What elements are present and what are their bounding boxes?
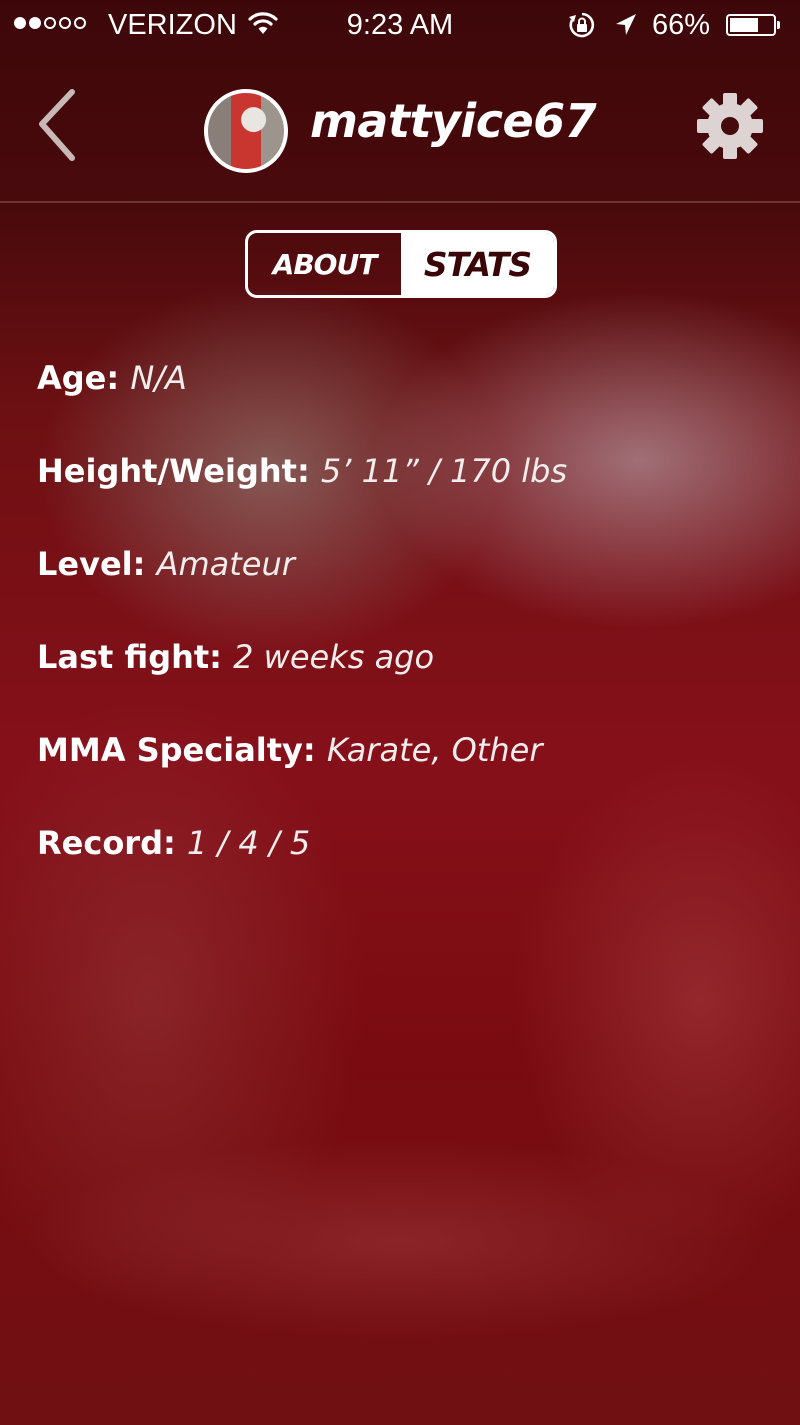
settings-button[interactable]	[694, 90, 766, 162]
username: mattyice67	[310, 94, 597, 148]
nav-divider	[0, 201, 800, 203]
stat-row-level: Level: Amateur	[37, 545, 295, 583]
battery-percent: 66%	[652, 9, 711, 41]
stat-label: Level	[37, 545, 133, 583]
stat-row-last-fight: Last fight: 2 weeks ago	[37, 638, 435, 676]
stat-row-height-weight: Height/Weight: 5’ 11” / 170 lbs	[37, 452, 568, 490]
status-bar: VERIZON 9:23 AM 66%	[0, 0, 800, 50]
stat-value: Karate, Other	[326, 731, 543, 769]
profile-tabs: ABOUT STATS	[245, 230, 557, 298]
stat-value: 2 weeks ago	[233, 638, 435, 676]
battery-icon	[726, 14, 776, 36]
stat-value: Amateur	[156, 545, 295, 583]
battery-tip	[777, 21, 780, 29]
stat-row-record: Record: 1 / 4 / 5	[37, 824, 311, 862]
rotation-lock-icon	[569, 12, 595, 38]
stat-row-age: Age: N/A	[37, 359, 187, 397]
stat-value: N/A	[130, 359, 187, 397]
tab-stats[interactable]: STATS	[401, 233, 554, 295]
stats-list: Age: N/A Height/Weight: 5’ 11” / 170 lbs…	[37, 352, 777, 910]
stat-value: 5’ 11” / 170 lbs	[320, 452, 568, 490]
stat-label: MMA Specialty	[37, 731, 303, 769]
tab-about[interactable]: ABOUT	[248, 233, 401, 295]
location-arrow-icon	[616, 14, 636, 35]
stat-row-mma-specialty: MMA Specialty: Karate, Other	[37, 731, 543, 769]
avatar[interactable]	[204, 89, 288, 173]
battery-fill	[730, 18, 758, 32]
back-button[interactable]	[28, 86, 88, 166]
stat-label: Height/Weight	[37, 452, 297, 490]
stat-label: Last fight	[37, 638, 210, 676]
chevron-left-icon	[39, 89, 75, 161]
stat-label: Age	[37, 359, 107, 397]
stat-label: Record	[37, 824, 163, 862]
stat-value: 1 / 4 / 5	[186, 824, 311, 862]
nav-bar: mattyice67	[0, 50, 800, 202]
